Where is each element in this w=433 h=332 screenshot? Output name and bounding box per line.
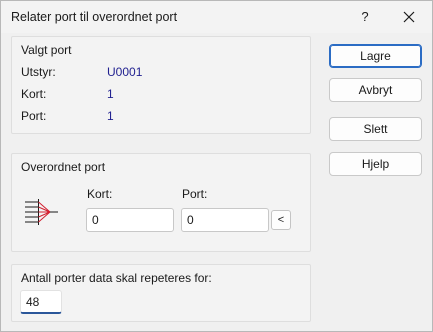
parent-port-label: Port: xyxy=(182,187,208,201)
repeat-group-title: Antall porter data skal repeteres for: xyxy=(21,271,212,285)
card-label: Kort: xyxy=(21,87,47,101)
equipment-label: Utstyr: xyxy=(21,65,56,79)
title-bar: Relater port til overordnet port ? xyxy=(1,1,432,33)
close-button[interactable] xyxy=(389,4,429,30)
equipment-value: U0001 xyxy=(107,65,143,79)
selected-port-group-title: Valgt port xyxy=(21,43,72,57)
port-value: 1 xyxy=(107,109,114,123)
port-connector-icon xyxy=(25,199,58,225)
relate-port-dialog: Relater port til overordnet port ? Valgt… xyxy=(0,0,433,332)
window-title: Relater port til overordnet port xyxy=(11,10,178,24)
card-value: 1 xyxy=(107,87,114,101)
parent-card-input[interactable]: 0 xyxy=(86,208,174,232)
help-button[interactable]: Hjelp xyxy=(329,152,422,176)
selected-port-group: Valgt port xyxy=(11,36,311,134)
port-label: Port: xyxy=(21,109,47,123)
parent-port-input[interactable]: 0 xyxy=(181,208,269,232)
repeat-count-input[interactable]: 48 xyxy=(20,290,62,314)
close-icon xyxy=(403,11,415,23)
save-button[interactable]: Lagre xyxy=(329,44,422,68)
delete-button[interactable]: Slett xyxy=(329,117,422,141)
pick-port-button[interactable]: < xyxy=(271,210,291,230)
titlebar-help-button[interactable]: ? xyxy=(345,4,385,30)
parent-port-group-title: Overordnet port xyxy=(21,160,106,174)
parent-card-label: Kort: xyxy=(87,187,113,201)
cancel-button[interactable]: Avbryt xyxy=(329,78,422,102)
